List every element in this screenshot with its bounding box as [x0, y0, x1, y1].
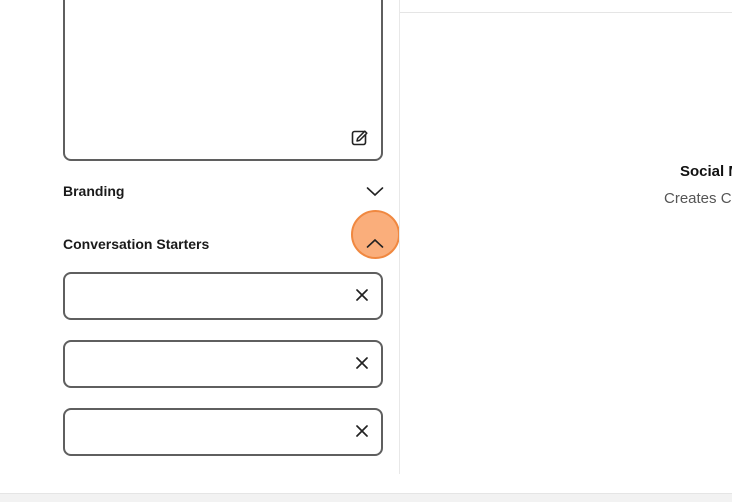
- conversation-starter-field[interactable]: [77, 352, 341, 374]
- conversation-starter-input-1[interactable]: [63, 272, 383, 320]
- preview-gpt-name: Social M: [680, 163, 732, 180]
- conversation-starter-field[interactable]: [77, 420, 341, 442]
- chevron-down-icon[interactable]: [366, 185, 384, 197]
- conversation-starters-section-label[interactable]: Conversation Starters: [63, 236, 209, 252]
- preview-header: [400, 0, 732, 13]
- chevron-up-icon[interactable]: [366, 238, 384, 250]
- conversation-starter-field[interactable]: [77, 284, 341, 306]
- edit-pencil-icon[interactable]: [351, 129, 369, 147]
- conversation-starter-input-2[interactable]: [63, 340, 383, 388]
- close-icon[interactable]: [356, 357, 368, 369]
- preview-panel: Social M Creates C: [399, 0, 732, 474]
- close-icon[interactable]: [356, 425, 368, 437]
- preview-gpt-description: Creates C: [664, 190, 732, 207]
- configure-panel: Branding Conversation Starters: [0, 0, 400, 474]
- branding-section-label[interactable]: Branding: [63, 183, 124, 199]
- conversation-starter-input-3[interactable]: [63, 408, 383, 456]
- instructions-textarea[interactable]: [63, 0, 383, 161]
- close-icon[interactable]: [356, 289, 368, 301]
- click-highlight: [351, 210, 400, 259]
